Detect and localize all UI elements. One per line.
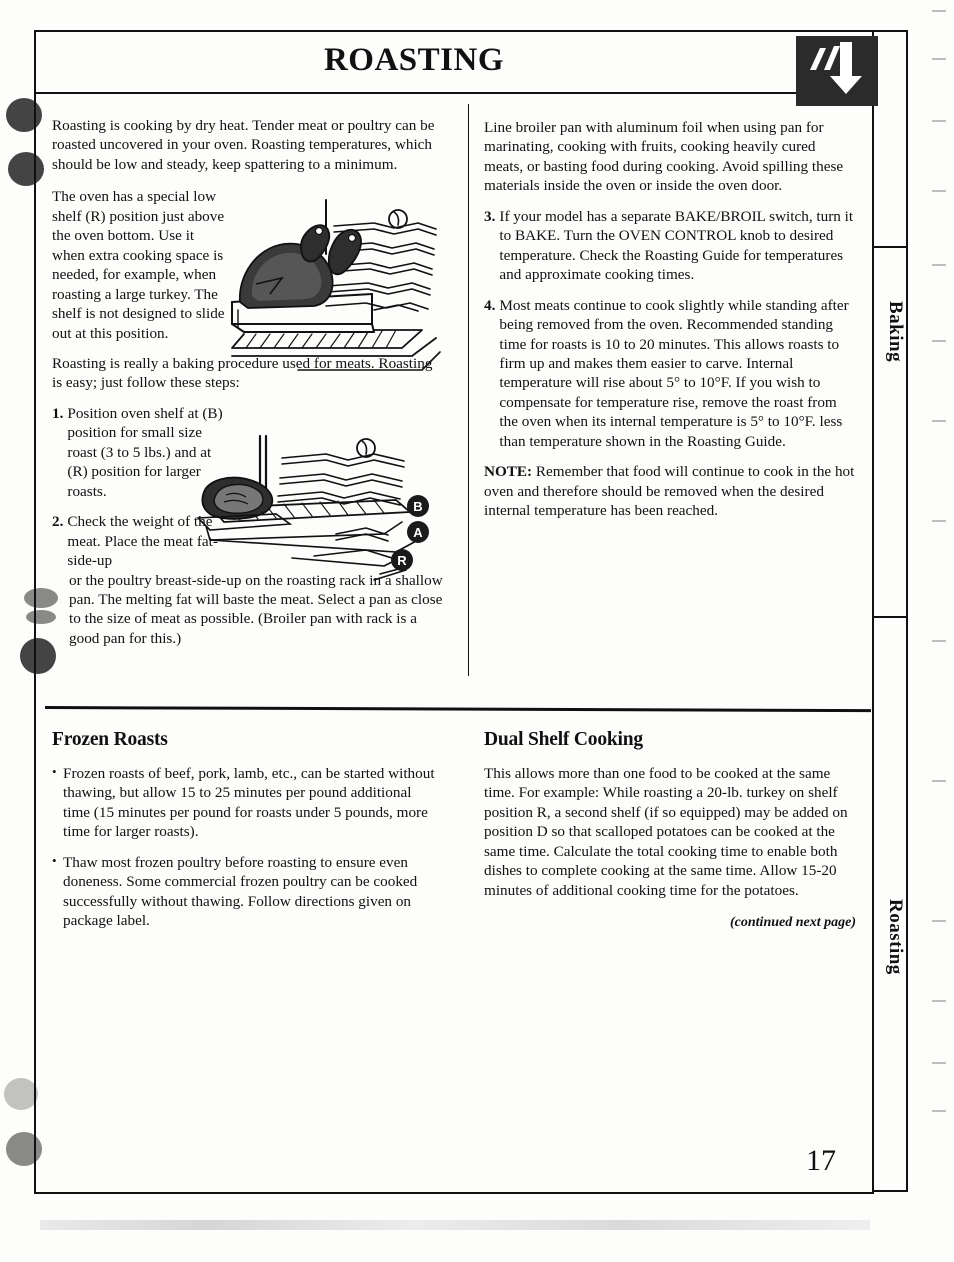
dual-shelf-cooking-body: This allows more than one food to be coo… [484, 764, 848, 899]
scan-edge-mark [932, 264, 946, 266]
tab-divider-middle [872, 616, 908, 618]
frozen-roasts-bullet-2: • Thaw most frozen poultry before roasti… [52, 853, 440, 931]
page-number: 17 [806, 1144, 836, 1177]
tab-divider-top [872, 246, 908, 248]
scan-edge-mark [932, 190, 946, 192]
masthead: ROASTING [34, 36, 872, 96]
frozen-roasts-bullet-1-text: Frozen roasts of beef, pork, lamb, etc.,… [63, 764, 435, 841]
step-4-number: 4. [484, 296, 496, 314]
dual-shelf-cooking-heading: Dual Shelf Cooking [484, 729, 643, 750]
step-1-number: 1. [52, 404, 64, 422]
continued-next-page-note: (continued next page) [730, 915, 856, 931]
step-4-text: Most meats continue to cook slightly whi… [499, 296, 849, 450]
page-border-bottom-right [872, 1190, 908, 1192]
step-4: 4. Most meats continue to cook slightly … [484, 296, 856, 452]
turkey-in-roasting-pan-illustration [222, 198, 444, 384]
dual-shelf-cooking-section: Dual Shelf Cooking This allows more than… [484, 728, 856, 932]
frozen-roasts-bullet-2-text: Thaw most frozen poultry before roasting… [63, 853, 418, 930]
note-label: NOTE: [484, 463, 533, 481]
tab-baking[interactable]: Baking [874, 272, 906, 392]
svg-text:A: A [413, 525, 423, 540]
frozen-roasts-bullet-1: • Frozen roasts of beef, pork, lamb, etc… [52, 764, 440, 842]
scan-edge-mark [932, 340, 946, 342]
step-3-text: If your model has a separate BAKE/BROIL … [499, 207, 854, 284]
right-column-upper: Line broiler pan with aluminum foil when… [484, 118, 856, 532]
column-divider [468, 104, 469, 676]
scan-bottom-smudge [40, 1220, 870, 1230]
intro-paragraph: Roasting is cooking by dry heat. Tender … [52, 117, 435, 173]
step-3: 3. If your model has a separate BAKE/BRO… [484, 207, 856, 285]
scan-edge-mark [932, 1000, 946, 1002]
note-text: Remember that food will continue to cook… [484, 463, 855, 520]
page-border-right-outer [906, 30, 908, 1190]
bullet-glyph: • [52, 763, 57, 779]
step-2-number: 2. [52, 513, 64, 531]
frozen-roasts-section: Frozen Roasts • Frozen roasts of beef, p… [52, 728, 440, 942]
scan-edge-mark [932, 520, 946, 522]
page-title: ROASTING [323, 42, 505, 78]
tab-roasting[interactable]: Roasting [874, 862, 906, 1012]
note-paragraph: NOTE: Remember that food will continue t… [484, 462, 856, 520]
scan-artifact-blob [4, 1078, 38, 1110]
shelf-position-paragraph: The oven has a special low shelf (R) pos… [52, 188, 225, 342]
scan-edge-mark [932, 120, 946, 122]
page-border-right-inner [872, 30, 874, 1190]
scan-edge-mark [932, 780, 946, 782]
foil-paragraph: Line broiler pan with aluminum foil when… [484, 119, 844, 195]
frozen-roasts-heading: Frozen Roasts [52, 729, 168, 750]
svg-text:B: B [413, 499, 422, 514]
scan-edge-mark [932, 920, 946, 922]
scan-edge-mark [932, 58, 946, 60]
shelf-label-markers: B A R [391, 495, 429, 571]
page-border-top-right [872, 30, 908, 32]
svg-text:R: R [397, 553, 407, 568]
scan-edge-mark [932, 1110, 946, 1112]
title-rule [34, 92, 872, 94]
scan-edge-mark [932, 420, 946, 422]
scan-edge-mark [932, 10, 946, 12]
oven-shelf-positions-illustration: B A R [196, 430, 446, 588]
bullet-glyph: • [52, 852, 57, 868]
down-arrow-icon [796, 36, 878, 106]
scan-edge-mark [932, 640, 946, 642]
step-3-number: 3. [484, 207, 496, 225]
scan-edge-mark [932, 1062, 946, 1064]
